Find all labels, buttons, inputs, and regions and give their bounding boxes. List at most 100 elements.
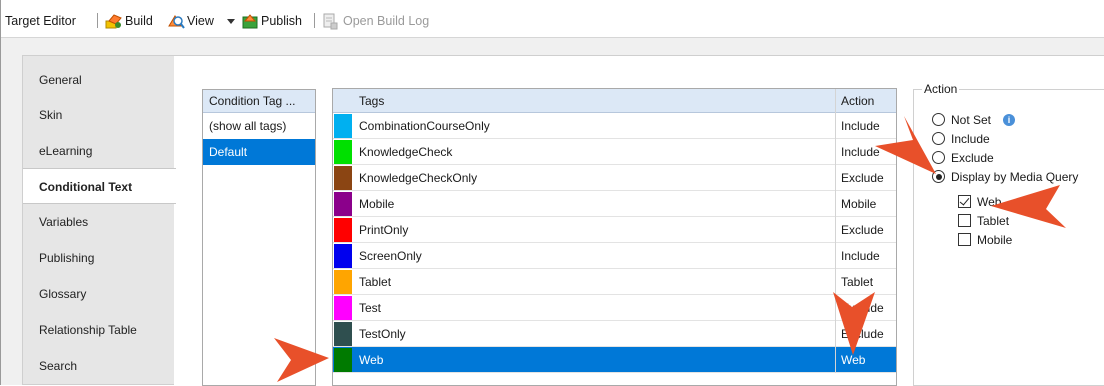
checkbox[interactable] [958, 233, 971, 246]
condition-tag-set-list[interactable]: Condition Tag ... (show all tags) Defaul… [202, 89, 316, 386]
tag-color-swatch [334, 140, 352, 164]
tag-row[interactable]: ScreenOnly Include [333, 243, 896, 269]
tag-name: PrintOnly [359, 223, 409, 237]
view-button[interactable]: View [187, 13, 214, 29]
tab-list: General Skin eLearning Conditional Text … [22, 55, 176, 385]
tags-grid[interactable]: Tags Action CombinationCourseOnly Include… [332, 88, 897, 386]
tab-elearning[interactable]: eLearning [23, 133, 175, 169]
tag-color-swatch [334, 348, 352, 372]
tab-glossary[interactable]: Glossary [23, 276, 175, 312]
tab-skin[interactable]: Skin [23, 97, 175, 133]
tag-name: Tablet [359, 275, 392, 289]
radio-not-set[interactable]: Not Set i [932, 112, 1016, 128]
tag-name: KnowledgeCheckOnly [359, 171, 478, 185]
tag-color-swatch [334, 270, 352, 294]
checkbox[interactable] [958, 195, 971, 208]
tag-name: KnowledgeCheck [359, 145, 453, 159]
radio-display-by-media-query[interactable]: Display by Media Query [932, 169, 1078, 185]
tag-row[interactable]: Web Web [333, 347, 896, 373]
column-divider [835, 139, 836, 165]
toolbar: Target Editor Build View Publish Open Bu… [1, 0, 1104, 38]
view-icon [168, 15, 185, 29]
condition-tag-set-item[interactable]: Default [203, 139, 315, 165]
toolbar-divider [97, 13, 98, 28]
checkbox[interactable] [958, 214, 971, 227]
tag-row[interactable]: CombinationCourseOnly Include [333, 113, 896, 139]
tag-color-swatch [334, 166, 352, 190]
tag-action[interactable]: Exclude [841, 217, 884, 243]
radio-include[interactable]: Include [932, 131, 990, 147]
tag-name: Mobile [359, 197, 395, 211]
tag-color-swatch [334, 322, 352, 346]
checkbox-label: Web [977, 195, 1002, 209]
radio-button[interactable] [932, 170, 945, 183]
build-button[interactable]: Build [125, 13, 153, 29]
tab-search[interactable]: Search [23, 348, 175, 384]
tag-action[interactable]: Tablet [841, 269, 873, 295]
action-group-legend: Action [922, 82, 960, 96]
tag-row[interactable]: PrintOnly Exclude [333, 217, 896, 243]
tab-conditional-text[interactable]: Conditional Text [23, 168, 176, 204]
tag-row[interactable]: TestOnly Exclude [333, 321, 896, 347]
radio-label: Exclude [951, 151, 994, 165]
tag-color-swatch [334, 192, 352, 216]
publish-button[interactable]: Publish [261, 13, 302, 29]
checkbox-tablet[interactable]: Tablet [958, 213, 1009, 229]
tag-row[interactable]: Tablet Tablet [333, 269, 896, 295]
column-divider [835, 269, 836, 295]
tag-action[interactable]: Mobile [841, 191, 876, 217]
column-divider [835, 243, 836, 269]
tag-name: Test [359, 301, 382, 315]
tag-row[interactable]: Mobile Mobile [333, 191, 896, 217]
editor-title: Target Editor [5, 14, 76, 28]
publish-icon [242, 14, 258, 29]
tag-action[interactable]: Exclude [841, 165, 884, 191]
toolbar-divider [314, 13, 315, 28]
tag-name: ScreenOnly [359, 249, 422, 263]
tag-row[interactable]: Test Exclude [333, 295, 896, 321]
column-divider [835, 191, 836, 217]
checkbox-mobile[interactable]: Mobile [958, 232, 1012, 248]
info-icon[interactable]: i [1003, 114, 1016, 126]
tag-row[interactable]: KnowledgeCheck Include [333, 139, 896, 165]
radio-label: Include [951, 132, 990, 146]
column-divider [835, 295, 836, 321]
tag-action[interactable]: Include [841, 139, 880, 165]
checkbox-label: Mobile [977, 233, 1013, 247]
action-group: Action Not Set i Include Exclude Display … [913, 82, 1104, 386]
tag-color-swatch [334, 218, 352, 242]
column-divider [835, 113, 836, 139]
tab-publishing[interactable]: Publishing [23, 240, 175, 276]
tag-name: TestOnly [359, 327, 406, 341]
radio-button[interactable] [932, 113, 945, 126]
radio-exclude[interactable]: Exclude [932, 150, 994, 166]
tab-general[interactable]: General [23, 62, 175, 98]
tag-action[interactable]: Web [841, 347, 865, 373]
tag-action[interactable]: Include [841, 113, 880, 139]
radio-button[interactable] [932, 151, 945, 164]
tab-relationship-table[interactable]: Relationship Table [23, 312, 175, 348]
conditional-text-panel: Condition Tag ... (show all tags) Defaul… [174, 55, 1104, 386]
checkbox-label: Tablet [977, 214, 1010, 228]
tag-action[interactable]: Exclude [841, 321, 884, 347]
tags-grid-header: Tags Action [333, 89, 896, 113]
radio-label: Not Set [951, 113, 992, 127]
condition-tag-set-header[interactable]: Condition Tag ... [203, 90, 315, 113]
column-header-tags[interactable]: Tags [359, 89, 384, 115]
build-icon [105, 14, 122, 29]
tag-name: Web [359, 353, 384, 367]
build-log-icon [323, 13, 338, 30]
tag-action[interactable]: Exclude [841, 295, 884, 321]
column-divider [835, 321, 836, 347]
condition-tag-set-item[interactable]: (show all tags) [203, 113, 315, 139]
tab-variables[interactable]: Variables [23, 204, 175, 240]
tag-action[interactable]: Include [841, 243, 880, 269]
tag-row[interactable]: KnowledgeCheckOnly Exclude [333, 165, 896, 191]
radio-button[interactable] [932, 132, 945, 145]
column-divider [835, 89, 836, 113]
open-build-log-button[interactable]: Open Build Log [343, 13, 429, 29]
checkbox-web[interactable]: Web [958, 194, 1001, 210]
column-divider [835, 217, 836, 243]
chevron-down-icon[interactable] [227, 19, 235, 24]
column-header-action[interactable]: Action [841, 89, 874, 115]
